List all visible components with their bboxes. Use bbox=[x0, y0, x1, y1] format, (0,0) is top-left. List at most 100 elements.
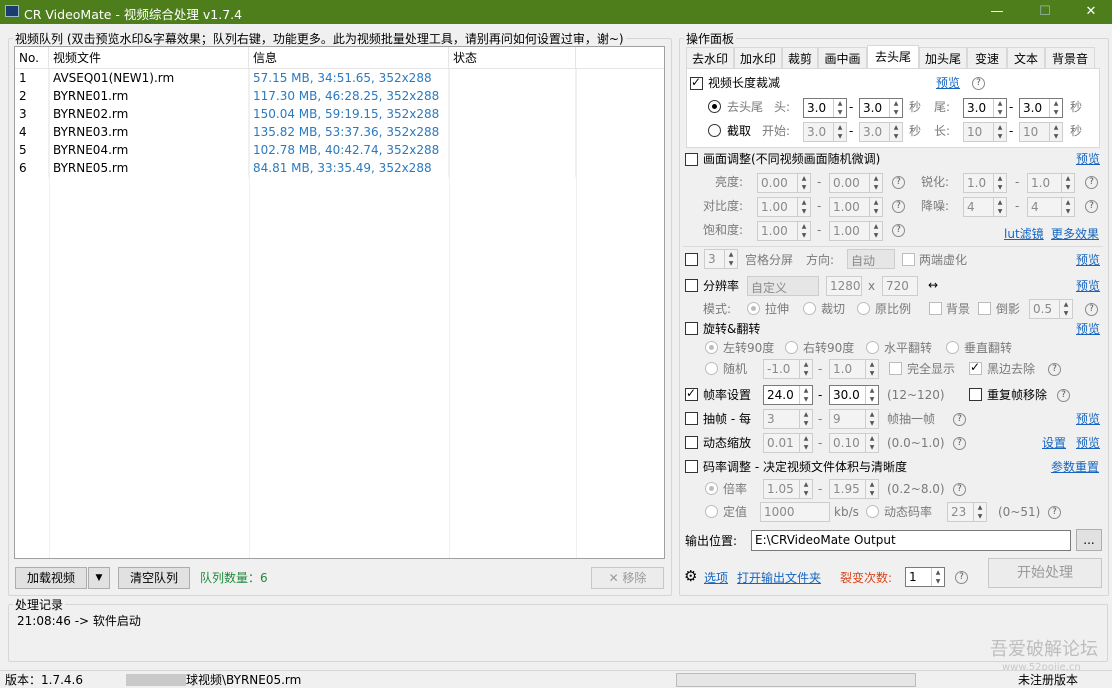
tab-3[interactable]: 画中画 bbox=[818, 47, 867, 69]
col-info[interactable]: 信息 bbox=[249, 47, 449, 69]
zoom-min-spinner[interactable]: 0.01 ▲ ▼ bbox=[763, 433, 813, 453]
swap-icon[interactable]: ↔ bbox=[928, 278, 938, 293]
adjust-checkbox[interactable] bbox=[685, 153, 698, 166]
more-effects-link[interactable]: 更多效果 bbox=[1051, 227, 1099, 242]
denoise-min-spinner[interactable]: 4 ▲ ▼ bbox=[963, 197, 1007, 217]
width-input[interactable]: 1280 bbox=[826, 276, 862, 296]
stretch-radio[interactable] bbox=[747, 302, 760, 315]
browse-button[interactable]: ... bbox=[1076, 529, 1102, 551]
table-row[interactable]: 4 BYRNE03.rm 135.82 MB, 53:37.36, 352x28… bbox=[15, 123, 664, 141]
ratio-max-spinner[interactable]: 1.95 ▲ ▼ bbox=[829, 479, 879, 499]
crop-radio[interactable] bbox=[803, 302, 816, 315]
cut-radio[interactable] bbox=[708, 124, 721, 137]
help-icon[interactable]: ? bbox=[955, 571, 968, 584]
help-icon[interactable]: ? bbox=[953, 437, 966, 450]
contrast-min-spinner[interactable]: 1.00 ▲ ▼ bbox=[757, 197, 811, 217]
col-no[interactable]: No. bbox=[15, 47, 49, 69]
direction-select[interactable]: 自动 bbox=[847, 249, 895, 269]
saturation-min-spinner[interactable]: 1.00 ▲ ▼ bbox=[757, 221, 811, 241]
crf-spinner[interactable]: 23 ▲ ▼ bbox=[947, 502, 987, 522]
bitrate-reset-link[interactable]: 参数重置 bbox=[1051, 460, 1099, 475]
queue-table[interactable]: No. 视频文件 信息 状态 1 AVSEQ01(NEW1).rm 57.15 … bbox=[14, 46, 665, 559]
len-max-spinner[interactable]: 10 ▲ ▼ bbox=[1019, 122, 1063, 142]
start-min-spinner[interactable]: 3.0 ▲ ▼ bbox=[803, 122, 847, 142]
tab-5[interactable]: 加头尾 bbox=[919, 47, 967, 69]
tab-1[interactable]: 加水印 bbox=[734, 47, 782, 69]
brightness-max-spinner[interactable]: 0.00 ▲ ▼ bbox=[829, 173, 883, 193]
head-tail-radio[interactable] bbox=[708, 100, 721, 113]
close-button[interactable]: ✕ bbox=[1068, 0, 1112, 24]
tab-0[interactable]: 去水印 bbox=[686, 47, 734, 69]
extract-min-spinner[interactable]: 3 ▲ ▼ bbox=[763, 409, 813, 429]
table-row[interactable]: 5 BYRNE04.rm 102.78 MB, 40:42.74, 352x28… bbox=[15, 141, 664, 159]
height-input[interactable]: 720 bbox=[882, 276, 918, 296]
denoise-max-spinner[interactable]: 4 ▲ ▼ bbox=[1027, 197, 1075, 217]
help-icon[interactable]: ? bbox=[953, 413, 966, 426]
zoom-settings-link[interactable]: 设置 bbox=[1042, 436, 1066, 451]
grid-count-spinner[interactable]: 3 ▲ ▼ bbox=[704, 249, 738, 269]
fixed-bitrate-radio[interactable] bbox=[705, 505, 718, 518]
tail-max-spinner[interactable]: 3.0 ▲ ▼ bbox=[1019, 98, 1063, 118]
head-max-spinner[interactable]: 3.0 ▲ ▼ bbox=[859, 98, 903, 118]
blur-checkbox[interactable] bbox=[902, 253, 915, 266]
rotate-checkbox[interactable] bbox=[685, 322, 698, 335]
tail-min-spinner[interactable]: 3.0 ▲ ▼ bbox=[963, 98, 1007, 118]
resolution-preview-link[interactable]: 预览 bbox=[1076, 279, 1100, 294]
help-icon[interactable]: ? bbox=[953, 483, 966, 496]
trim-preview-link[interactable]: 预览 bbox=[936, 76, 960, 91]
resolution-checkbox[interactable] bbox=[685, 279, 698, 292]
table-row[interactable]: 6 BYRNE05.rm 84.81 MB, 33:35.49, 352x288 bbox=[15, 159, 664, 177]
clear-queue-button[interactable]: 清空队列 bbox=[118, 567, 190, 589]
vflip-radio[interactable] bbox=[946, 341, 959, 354]
grid-preview-link[interactable]: 预览 bbox=[1076, 253, 1100, 268]
reflect-checkbox[interactable] bbox=[978, 302, 991, 315]
random-radio[interactable] bbox=[705, 362, 718, 375]
zoom-checkbox[interactable] bbox=[685, 436, 698, 449]
sharpen-max-spinner[interactable]: 1.0 ▲ ▼ bbox=[1027, 173, 1075, 193]
table-row[interactable]: 3 BYRNE02.rm 150.04 MB, 59:19.15, 352x28… bbox=[15, 105, 664, 123]
angle-min-spinner[interactable]: -1.0 ▲ ▼ bbox=[763, 359, 813, 379]
load-dropdown-button[interactable]: ▼ bbox=[88, 567, 110, 589]
help-icon[interactable]: ? bbox=[892, 176, 905, 189]
open-output-link[interactable]: 打开输出文件夹 bbox=[737, 571, 821, 586]
grid-checkbox[interactable] bbox=[685, 253, 698, 266]
help-icon[interactable]: ? bbox=[892, 200, 905, 213]
maximize-button[interactable]: ☐ bbox=[1022, 0, 1068, 24]
table-row[interactable]: 1 AVSEQ01(NEW1).rm 57.15 MB, 34:51.65, 3… bbox=[15, 69, 664, 87]
start-process-button[interactable]: 开始处理 bbox=[988, 558, 1102, 588]
rotate-preview-link[interactable]: 预览 bbox=[1076, 322, 1100, 337]
bitrate-checkbox[interactable] bbox=[685, 460, 698, 473]
contrast-max-spinner[interactable]: 1.00 ▲ ▼ bbox=[829, 197, 883, 217]
help-icon[interactable]: ? bbox=[1085, 303, 1098, 316]
black-edge-checkbox[interactable] bbox=[969, 360, 982, 375]
saturation-max-spinner[interactable]: 1.00 ▲ ▼ bbox=[829, 221, 883, 241]
brightness-min-spinner[interactable]: 0.00 ▲ ▼ bbox=[757, 173, 811, 193]
dup-frame-checkbox[interactable] bbox=[969, 388, 982, 401]
ratio-bitrate-radio[interactable] bbox=[705, 482, 718, 495]
bg-checkbox[interactable] bbox=[929, 302, 942, 315]
col-file[interactable]: 视频文件 bbox=[49, 47, 249, 69]
col-status[interactable]: 状态 bbox=[449, 47, 576, 69]
split-count-spinner[interactable]: 1 ▲ ▼ bbox=[905, 567, 945, 587]
ratio-min-spinner[interactable]: 1.05 ▲ ▼ bbox=[763, 479, 813, 499]
extract-preview-link[interactable]: 预览 bbox=[1076, 412, 1100, 427]
dynamic-bitrate-radio[interactable] bbox=[866, 505, 879, 518]
zoom-preview-link[interactable]: 预览 bbox=[1076, 436, 1100, 451]
output-path-input[interactable]: E:\CRVideoMate Output bbox=[751, 530, 1071, 551]
lut-filter-link[interactable]: lut滤镜 bbox=[1004, 227, 1044, 242]
fps-min-spinner[interactable]: 24.0 ▲ ▼ bbox=[763, 385, 813, 405]
rotate-right-radio[interactable] bbox=[785, 341, 798, 354]
help-icon[interactable]: ? bbox=[972, 77, 985, 90]
help-icon[interactable]: ? bbox=[1057, 389, 1070, 402]
help-icon[interactable]: ? bbox=[1048, 506, 1061, 519]
minimize-button[interactable]: — bbox=[974, 0, 1020, 24]
len-min-spinner[interactable]: 10 ▲ ▼ bbox=[963, 122, 1007, 142]
fps-max-spinner[interactable]: 30.0 ▲ ▼ bbox=[829, 385, 879, 405]
start-max-spinner[interactable]: 3.0 ▲ ▼ bbox=[859, 122, 903, 142]
trim-checkbox[interactable] bbox=[690, 75, 703, 90]
tab-7[interactable]: 文本 bbox=[1007, 47, 1045, 69]
sharpen-min-spinner[interactable]: 1.0 ▲ ▼ bbox=[963, 173, 1007, 193]
angle-max-spinner[interactable]: 1.0 ▲ ▼ bbox=[829, 359, 879, 379]
load-video-button[interactable]: 加载视频 bbox=[15, 567, 87, 589]
gear-icon[interactable]: ⚙ bbox=[684, 569, 697, 584]
